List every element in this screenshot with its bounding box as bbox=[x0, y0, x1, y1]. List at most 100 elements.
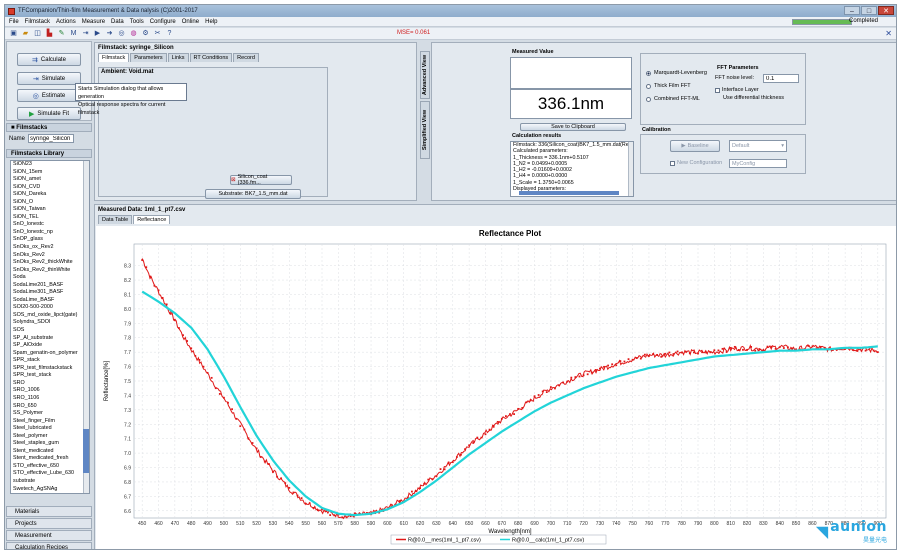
menu-tools[interactable]: Tools bbox=[130, 19, 144, 25]
list-item[interactable]: SnOks_Rev2_thinWhite bbox=[11, 267, 89, 275]
list-item[interactable]: SiON23 bbox=[11, 161, 89, 169]
list-item[interactable]: SodaLime301_BASF bbox=[11, 289, 89, 297]
simulate-icon[interactable]: ⇥ bbox=[81, 29, 90, 38]
list-item[interactable]: SnOks_ox_Rev2 bbox=[11, 244, 89, 252]
tab-parameters[interactable]: Parameters bbox=[130, 53, 167, 62]
list-item[interactable]: SOS_md_oxide_lipct(gate) bbox=[11, 312, 89, 320]
menu-online[interactable]: Online bbox=[182, 19, 199, 25]
minimize-button[interactable]: – bbox=[844, 6, 860, 15]
tab-links[interactable]: Links bbox=[167, 53, 189, 62]
list-item[interactable]: SnOP_glass bbox=[11, 236, 89, 244]
maximize-button[interactable]: □ bbox=[861, 6, 877, 15]
menu-actions[interactable]: Actions bbox=[56, 19, 76, 25]
method-combined[interactable]: Combined FFT-ML bbox=[646, 96, 700, 102]
list-item[interactable]: SP_Al_substrate bbox=[11, 335, 89, 343]
new-config-box[interactable] bbox=[670, 160, 675, 166]
list-item[interactable]: SPR_test_filmstackstack bbox=[11, 365, 89, 373]
save-to-clipboard-button[interactable]: Save to Clipboard bbox=[520, 123, 626, 131]
list-item[interactable]: SiON_CVD bbox=[11, 184, 89, 192]
list-item[interactable]: Swetech_AgSNAg bbox=[11, 486, 89, 493]
advanced-view-tab[interactable]: Advanced View bbox=[420, 51, 430, 99]
list-item[interactable]: SiON_amet bbox=[11, 176, 89, 184]
calc-results-scrollbar[interactable] bbox=[628, 142, 633, 196]
config-icon[interactable]: ⚙ bbox=[141, 29, 150, 38]
method-thick-film-fft[interactable]: Thick Film FFT bbox=[646, 83, 691, 89]
reflectance-chart[interactable]: 450 460 470 480 490 500 510 520 530 540 550 560 570 5… bbox=[96, 226, 896, 549]
toolbar-close-icon[interactable]: ✕ bbox=[885, 29, 892, 38]
list-item[interactable]: Soda bbox=[11, 274, 89, 282]
calculate-button[interactable]: ⇉ Calculate bbox=[17, 53, 81, 66]
tab-filmstack[interactable]: Filmstack bbox=[98, 53, 130, 62]
method-fft-radio[interactable] bbox=[646, 83, 651, 89]
tab-calculation-recipes[interactable]: Calculation Recipes bbox=[6, 542, 92, 549]
list-item[interactable]: SRO_1106 bbox=[11, 395, 89, 403]
calc-results-box[interactable]: Filmstack: 336(Silicon_coat)BK7_1.5_mm.d… bbox=[510, 141, 634, 197]
menu-data[interactable]: Data bbox=[111, 19, 124, 25]
list-item[interactable]: SiON_TEL bbox=[11, 214, 89, 222]
tab-materials[interactable]: Materials bbox=[6, 506, 92, 517]
baseline-button[interactable]: ▶ Baseline bbox=[670, 140, 720, 152]
tab-record[interactable]: Record bbox=[233, 53, 259, 62]
library-scroll-thumb[interactable] bbox=[83, 429, 89, 473]
fit-icon[interactable]: ▶ bbox=[93, 29, 102, 38]
interface-layer-box[interactable] bbox=[715, 87, 720, 93]
simulate-fit-button[interactable]: ▶ Simulate Fit bbox=[17, 107, 81, 120]
palette-icon[interactable]: ◍ bbox=[129, 29, 138, 38]
list-item[interactable]: SiON_Dareka bbox=[11, 191, 89, 199]
close-button[interactable]: ✕ bbox=[878, 6, 894, 15]
list-item[interactable]: SOS bbox=[11, 327, 89, 335]
method-marquardt[interactable]: Marquardt-Levenberg bbox=[646, 70, 707, 76]
chart-icon[interactable]: ▙ bbox=[45, 29, 54, 38]
list-item[interactable]: Steel_polymer bbox=[11, 433, 89, 441]
list-item[interactable]: SiON_15em bbox=[11, 169, 89, 177]
list-item[interactable]: SodaLime_BASF bbox=[11, 297, 89, 305]
estimate-button[interactable]: ◎ Estimate bbox=[17, 89, 81, 102]
next-icon[interactable]: ➜ bbox=[105, 29, 114, 38]
list-item[interactable]: substrate bbox=[11, 478, 89, 486]
list-item[interactable]: SRO bbox=[11, 380, 89, 388]
calc-results-hscroll[interactable] bbox=[519, 191, 619, 195]
menu-measure[interactable]: Measure bbox=[82, 19, 105, 25]
list-item[interactable]: SOI20-500-2000 bbox=[11, 304, 89, 312]
save-icon[interactable]: ▣ bbox=[9, 29, 18, 38]
list-item[interactable]: SP_AlOxide bbox=[11, 342, 89, 350]
filmstack-name-input[interactable] bbox=[28, 134, 75, 143]
list-item[interactable]: SnO_lonestc bbox=[11, 221, 89, 229]
list-item[interactable]: Steel_lubricated bbox=[11, 425, 89, 433]
list-item[interactable]: SRO_650 bbox=[11, 403, 89, 411]
tab-data-table[interactable]: Data Table bbox=[98, 215, 133, 224]
tab-reflectance[interactable]: Reflectance bbox=[133, 215, 171, 224]
list-item[interactable]: SnOks_Rev2 bbox=[11, 252, 89, 260]
list-item[interactable]: SPR_stack bbox=[11, 357, 89, 365]
list-item[interactable]: SiON_Taiwan bbox=[11, 206, 89, 214]
list-item[interactable]: Stent_medicated_fresh bbox=[11, 455, 89, 463]
list-item[interactable]: Steel_finger_Film bbox=[11, 418, 89, 426]
simplified-view-tab[interactable]: Simplified View bbox=[420, 101, 430, 159]
calibration-select[interactable]: Default ▾ bbox=[729, 140, 787, 152]
new-config-checkbox[interactable]: New Configuration bbox=[670, 160, 722, 166]
list-item[interactable]: syringe_Silicon bbox=[11, 493, 89, 494]
menu-configure[interactable]: Configure bbox=[150, 19, 176, 25]
tab-projects[interactable]: Projects bbox=[6, 518, 92, 529]
measure-icon[interactable]: M bbox=[69, 29, 78, 38]
list-item[interactable]: SnO_lonestc_np bbox=[11, 229, 89, 237]
tab-measurement[interactable]: Measurement bbox=[6, 530, 92, 541]
menu-help[interactable]: Help bbox=[205, 19, 217, 25]
list-item[interactable]: Steel_staples_gum bbox=[11, 440, 89, 448]
filmstacks-header[interactable]: ■ Filmstacks bbox=[6, 123, 92, 132]
list-item[interactable]: SiON_O bbox=[11, 199, 89, 207]
method-combined-radio[interactable] bbox=[646, 96, 651, 102]
list-item[interactable]: Solyndra_SDOI bbox=[11, 319, 89, 327]
substrate-button[interactable]: Substrate: BK7_1.5_mm.dat bbox=[205, 189, 301, 199]
layer-button[interactable]: ⊠ Silicon_coat (336.fm... bbox=[230, 174, 292, 186]
list-item[interactable]: SS_Polymer bbox=[11, 410, 89, 418]
list-item[interactable]: STO_effective_650 bbox=[11, 463, 89, 471]
open-icon[interactable]: ▰ bbox=[21, 29, 30, 38]
list-item[interactable]: Spam_genatin-on_polymer bbox=[11, 350, 89, 358]
fft-noise-input[interactable] bbox=[763, 74, 799, 83]
tab-rt-conditions[interactable]: RT Conditions bbox=[189, 53, 233, 62]
list-item[interactable]: Stent_medicated bbox=[11, 448, 89, 456]
target-icon[interactable]: ◎ bbox=[117, 29, 126, 38]
help-icon[interactable]: ? bbox=[165, 29, 174, 38]
method-marquardt-radio[interactable] bbox=[646, 70, 651, 76]
